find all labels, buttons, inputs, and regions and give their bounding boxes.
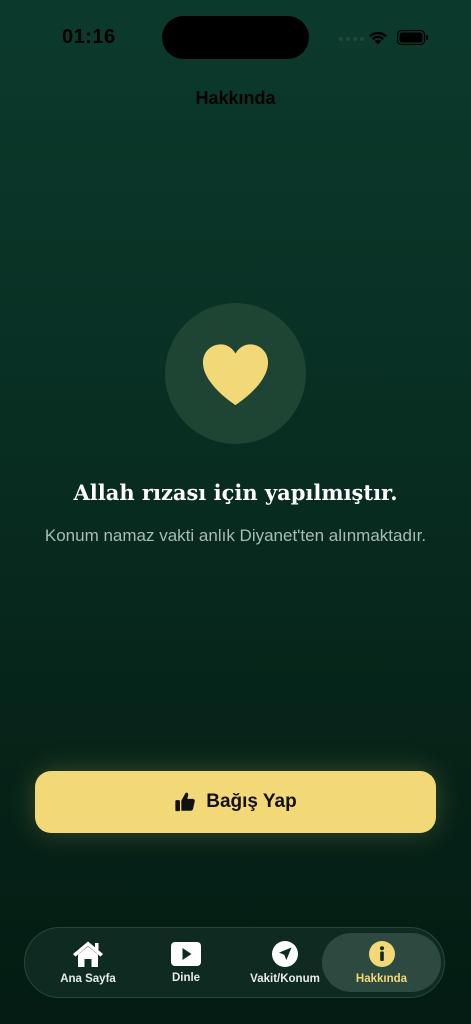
play-icon <box>171 942 201 966</box>
heart-icon <box>202 344 269 406</box>
tab-label: Vakit/Konum <box>250 973 320 985</box>
tab-bar: Ana Sayfa Dinle Vakit/Konum Hakkında <box>24 927 445 998</box>
wifi-icon <box>369 31 387 45</box>
battery-icon <box>397 30 429 45</box>
tab-hakkinda[interactable]: Hakkında <box>322 933 441 992</box>
donate-button-label: Bağış Yap <box>206 791 297 812</box>
tab-label: Hakkında <box>355 973 408 985</box>
cellular-signal-icon <box>339 37 364 41</box>
status-bar: 01:16 <box>0 0 471 70</box>
tab-dinle[interactable]: Dinle <box>153 933 219 992</box>
page-title: Hakkında <box>195 88 276 108</box>
heart-badge <box>165 303 306 444</box>
status-time: 01:16 <box>62 26 116 48</box>
info-icon <box>368 941 395 967</box>
tab-label: Dinle <box>171 972 201 984</box>
home-icon <box>73 941 103 967</box>
donate-button[interactable]: Bağış Yap <box>35 771 436 833</box>
dynamic-island <box>162 16 309 59</box>
location-arrow-icon <box>272 941 298 967</box>
source-note: Konum namaz vakti anlık Diyanet'ten alın… <box>44 526 427 545</box>
tab-ana-sayfa[interactable]: Ana Sayfa <box>53 933 123 992</box>
tab-vakit-konum[interactable]: Vakit/Konum <box>244 933 326 992</box>
thumbs-up-icon <box>175 792 196 812</box>
tab-label: Ana Sayfa <box>60 973 116 985</box>
dedication-title: Allah rızası için yapılmıştır. <box>73 480 398 505</box>
